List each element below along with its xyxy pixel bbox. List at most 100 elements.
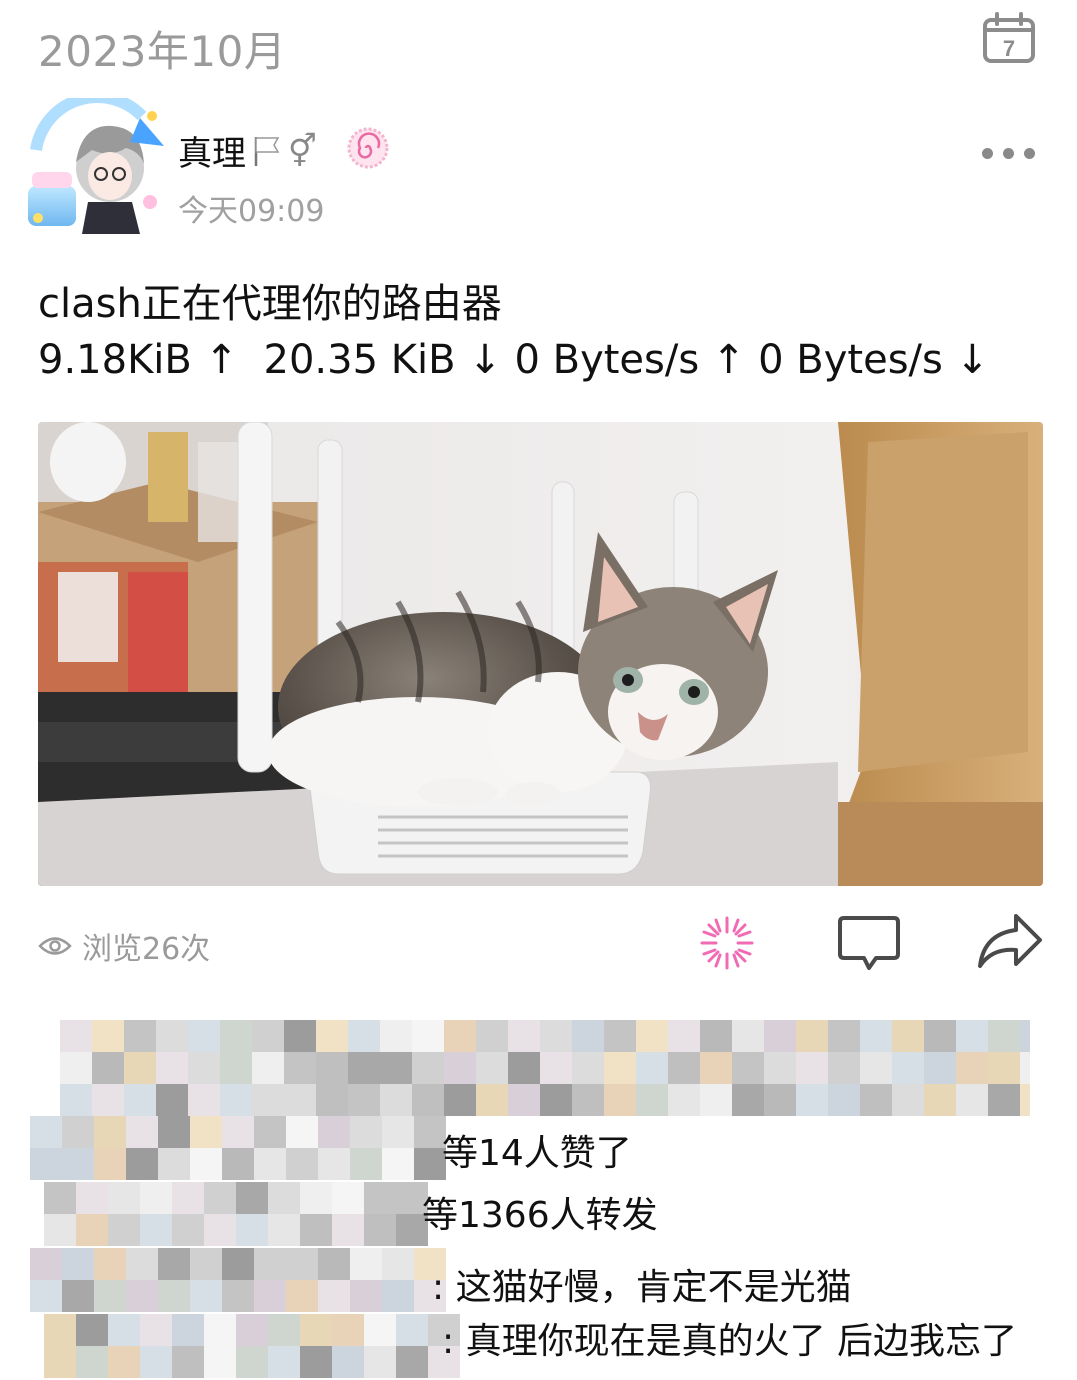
pixel-cell <box>252 1020 284 1052</box>
pixel-cell <box>60 1052 92 1084</box>
pixel-cell <box>286 1280 318 1312</box>
pixel-cell <box>126 1248 158 1280</box>
pixel-cell <box>924 1052 956 1084</box>
pixel-cell <box>364 1182 396 1214</box>
pixel-cell <box>988 1020 1020 1052</box>
pixel-cell <box>236 1346 268 1378</box>
pixel-cell <box>572 1020 604 1052</box>
pixel-cell <box>190 1248 222 1280</box>
pixel-cell <box>764 1084 796 1116</box>
pixel-cell <box>76 1314 108 1346</box>
pixel-cell <box>300 1214 332 1246</box>
pixel-cell <box>188 1084 220 1116</box>
like-firework-icon[interactable] <box>696 912 758 974</box>
pixel-cell <box>30 1280 62 1312</box>
post-text: clash正在代理你的路由器 9.18KiB ↑ 20.35 KiB ↓ 0 B… <box>38 276 989 388</box>
pixel-cell <box>396 1314 428 1346</box>
pixel-cell <box>92 1084 124 1116</box>
pixel-cell <box>254 1116 286 1148</box>
pixel-cell <box>126 1280 158 1312</box>
pixel-cell <box>476 1020 508 1052</box>
pixel-cell <box>700 1084 732 1116</box>
pixel-cell <box>350 1280 382 1312</box>
post-image[interactable] <box>38 422 1043 886</box>
pixel-cell <box>60 1084 92 1116</box>
pixel-cell <box>76 1182 108 1214</box>
avatar[interactable] <box>22 98 168 236</box>
pixel-row <box>30 1148 446 1180</box>
gender-symbol-icon: ⚥ <box>288 131 317 170</box>
pixel-cell <box>412 1052 444 1084</box>
dot <box>1002 147 1014 159</box>
pixel-cell <box>604 1052 636 1084</box>
pixel-cell <box>140 1214 172 1246</box>
pixel-cell <box>268 1182 300 1214</box>
pixel-cell <box>476 1084 508 1116</box>
pixel-cell <box>380 1052 412 1084</box>
user-name-row[interactable]: 真理 ⚥ <box>178 126 317 175</box>
pixel-cell <box>30 1116 62 1148</box>
pixel-cell <box>158 1116 190 1148</box>
pixel-cell <box>140 1182 172 1214</box>
pixel-cell <box>924 1020 956 1052</box>
pixel-cell <box>190 1116 222 1148</box>
pixel-cell <box>332 1182 364 1214</box>
pixel-cell <box>300 1346 332 1378</box>
pixel-cell <box>204 1214 236 1246</box>
pixel-cell <box>508 1020 540 1052</box>
pixel-cell <box>364 1314 396 1346</box>
pixel-cell <box>382 1248 414 1280</box>
pixel-cell <box>1020 1020 1030 1052</box>
pixel-cell <box>892 1052 924 1084</box>
pixel-cell <box>236 1314 268 1346</box>
pixel-cell <box>172 1314 204 1346</box>
pixel-cell <box>828 1084 860 1116</box>
pixel-cell <box>332 1214 364 1246</box>
pixel-cell <box>700 1052 732 1084</box>
pixel-cell <box>796 1020 828 1052</box>
pixel-cell <box>700 1020 732 1052</box>
pixel-cell <box>860 1020 892 1052</box>
pixel-cell <box>204 1314 236 1346</box>
pixel-row <box>30 1116 446 1148</box>
user-name[interactable]: 真理 <box>178 126 246 175</box>
dot <box>981 147 993 159</box>
pixel-cell <box>332 1314 364 1346</box>
pixel-cell <box>956 1020 988 1052</box>
pixel-row <box>44 1346 460 1378</box>
pixel-row <box>60 1084 1030 1116</box>
pixel-cell <box>892 1020 924 1052</box>
pixel-cell <box>222 1280 254 1312</box>
pixel-cell <box>380 1020 412 1052</box>
pixel-cell <box>316 1084 348 1116</box>
pixel-cell <box>350 1116 382 1148</box>
pixel-cell <box>76 1346 108 1378</box>
pixel-cell <box>92 1020 124 1052</box>
pixel-cell <box>172 1182 204 1214</box>
pixel-cell <box>94 1116 126 1148</box>
pixel-row <box>60 1052 1030 1084</box>
pixel-cell <box>76 1214 108 1246</box>
pixel-cell <box>204 1182 236 1214</box>
likes-text[interactable]: 等14人赞了 <box>442 1124 632 1176</box>
pixel-cell <box>604 1020 636 1052</box>
more-button[interactable] <box>978 140 1038 166</box>
comment-icon[interactable] <box>836 914 902 972</box>
calendar-icon[interactable]: 7 <box>982 12 1036 64</box>
pixel-cell <box>350 1148 382 1180</box>
pixel-row <box>44 1182 428 1214</box>
pixel-cell <box>316 1052 348 1084</box>
pixel-cell <box>860 1084 892 1116</box>
share-icon[interactable] <box>976 910 1044 972</box>
pixel-cell <box>268 1214 300 1246</box>
reposts-text[interactable]: 等1366人转发 <box>422 1186 658 1238</box>
pixel-row <box>44 1214 428 1246</box>
pixel-cell <box>156 1020 188 1052</box>
pixel-cell <box>254 1280 286 1312</box>
pixel-cell <box>540 1020 572 1052</box>
swirl-badge-icon[interactable] <box>346 126 390 170</box>
pixel-cell <box>108 1314 140 1346</box>
pixel-cell <box>44 1314 76 1346</box>
pixel-cell <box>108 1214 140 1246</box>
pixel-cell <box>158 1248 190 1280</box>
